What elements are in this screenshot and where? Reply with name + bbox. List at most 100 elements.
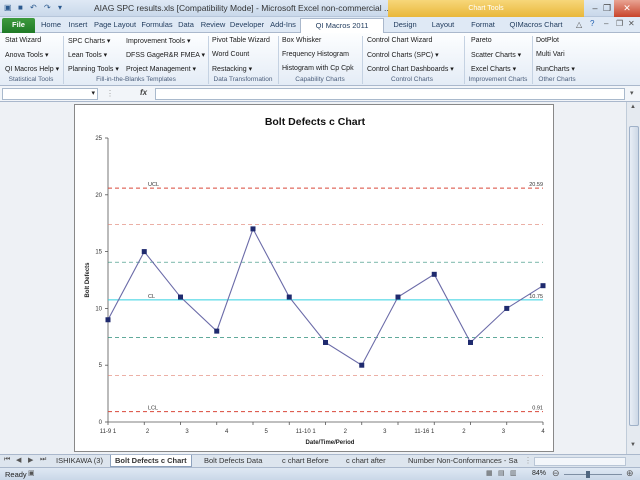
workbook-minimize-icon[interactable]: – xyxy=(604,19,608,28)
zoom-level[interactable]: 84% xyxy=(532,470,546,477)
dotplot-button[interactable]: DotPlot xyxy=(536,37,559,44)
stat-wizard-button[interactable]: Stat Wizard xyxy=(5,37,41,44)
data-point[interactable] xyxy=(250,226,256,232)
scroll-down-icon[interactable]: ▼ xyxy=(630,442,636,448)
pareto-button[interactable]: Pareto xyxy=(471,37,492,44)
box-whisker-button[interactable]: Box Whisker xyxy=(282,37,321,44)
sheet-tab-c-chart-before[interactable]: c chart Before xyxy=(278,455,333,467)
tab-review[interactable]: Review xyxy=(200,18,226,33)
control-chart-dashboards-button[interactable]: Control Chart Dashboards ▾ xyxy=(367,65,454,73)
lean-tools-button[interactable]: Lean Tools ▾ xyxy=(68,51,107,59)
tab-insert[interactable]: Insert xyxy=(66,18,90,33)
formula-bar-resize-icon[interactable]: ⋮ xyxy=(106,89,114,98)
workbook-close-icon[interactable]: ✕ xyxy=(628,19,635,28)
tab-file[interactable]: File xyxy=(2,18,35,33)
tab-format[interactable]: Format xyxy=(468,18,498,33)
tab-add-ins[interactable]: Add-Ins xyxy=(268,18,298,33)
x-tick-label: 3 xyxy=(502,429,506,435)
redo-icon[interactable]: ↷ xyxy=(44,3,51,14)
sheet-tab-number-non-conformances[interactable]: Number Non-Conformances - Sa xyxy=(404,455,522,467)
first-sheet-icon[interactable]: ⏮ xyxy=(4,456,10,464)
zoom-slider-track[interactable] xyxy=(564,474,622,475)
undo-icon[interactable]: ↶ xyxy=(30,3,37,14)
formula-expand-icon[interactable]: ▾ xyxy=(630,89,634,97)
page-layout-view-icon[interactable]: ▤ xyxy=(498,469,505,477)
name-box[interactable]: ▾ xyxy=(2,88,98,100)
workbook-restore-icon[interactable]: ❐ xyxy=(616,19,623,28)
x-axis-title[interactable]: Date/Time/Period xyxy=(306,440,355,446)
prev-sheet-icon[interactable]: ◀ xyxy=(16,456,21,464)
tab-data[interactable]: Data xyxy=(176,18,196,33)
plot-area[interactable]: 0 5 10 15 20 25 11-9 1 2 3 4 5 11-10 1 2 3 11-16 1 2 3 4 U… xyxy=(95,136,546,435)
insert-function-icon[interactable]: fx xyxy=(140,88,147,97)
pivot-table-wizard-button[interactable]: Pivot Table Wizard xyxy=(212,37,270,44)
control-chart-wizard-button[interactable]: Control Chart Wizard xyxy=(367,37,432,44)
tab-page-layout[interactable]: Page Layout xyxy=(92,18,138,33)
planning-tools-button[interactable]: Planning Tools ▾ xyxy=(68,65,119,73)
dfss-gagerr-fmea-button[interactable]: DFSS GageR&R FMEA ▾ xyxy=(126,51,205,59)
help-icon[interactable]: ? xyxy=(590,19,594,28)
data-point[interactable] xyxy=(395,294,401,300)
tab-design[interactable]: Design xyxy=(390,18,420,33)
project-management-button[interactable]: Project Management ▾ xyxy=(126,65,196,73)
ribbon-minimize-icon[interactable]: △ xyxy=(576,20,582,29)
tab-qi-macros[interactable]: QI Macros 2011 xyxy=(300,18,384,33)
sheet-tab-ishikawa[interactable]: ISHIKAWA (3) xyxy=(52,455,107,467)
tab-formulas[interactable]: Formulas xyxy=(140,18,174,33)
improvement-tools-button[interactable]: Improvement Tools ▾ xyxy=(126,37,190,45)
data-point[interactable] xyxy=(105,317,111,323)
data-point[interactable] xyxy=(359,362,365,368)
horizontal-scrollbar[interactable] xyxy=(534,457,626,466)
tab-home[interactable]: Home xyxy=(38,18,64,33)
tab-layout[interactable]: Layout xyxy=(430,18,456,33)
formula-input[interactable] xyxy=(155,88,625,100)
histogram-cp-cpk-button[interactable]: Histogram with Cp Cpk xyxy=(282,65,354,72)
sheet-tab-bolt-defects-data[interactable]: Bolt Defects Data xyxy=(200,455,266,467)
data-point[interactable] xyxy=(468,339,473,345)
window-title: AIAG SPC results.xls [Compatibility Mode… xyxy=(94,3,392,13)
last-sheet-icon[interactable]: ⏭ xyxy=(40,456,46,464)
data-point[interactable] xyxy=(214,328,220,334)
vertical-scrollbar[interactable]: ▲ ▼ xyxy=(626,102,640,454)
tab-split-icon[interactable]: ⋮ xyxy=(524,456,532,465)
y-axis-title[interactable]: Bolt Defects xyxy=(85,262,91,298)
sheet-tab-bolt-defects-c-chart[interactable]: Bolt Defects c Chart xyxy=(110,455,192,467)
page-break-view-icon[interactable]: ▥ xyxy=(510,469,517,477)
anova-tools-button[interactable]: Anova Tools ▾ xyxy=(5,51,48,59)
control-charts-spc-button[interactable]: Control Charts (SPC) ▾ xyxy=(367,51,439,59)
excel-icon[interactable]: ▣ xyxy=(4,3,12,14)
data-point[interactable] xyxy=(504,305,510,311)
save-icon[interactable]: ■ xyxy=(18,3,23,14)
zoom-in-icon[interactable]: ⊕ xyxy=(626,468,634,479)
restacking-button[interactable]: Restacking ▾ xyxy=(212,65,252,73)
runcharts-button[interactable]: RunCharts ▾ xyxy=(536,65,575,73)
data-point[interactable] xyxy=(540,283,546,289)
data-point[interactable] xyxy=(286,294,292,300)
qi-macros-help-button[interactable]: QI Macros Help ▾ xyxy=(5,65,59,73)
spc-charts-button[interactable]: SPC Charts ▾ xyxy=(68,37,110,45)
tab-developer[interactable]: Developer xyxy=(228,18,266,33)
tab-qimacros-chart[interactable]: QIMacros Chart xyxy=(506,18,566,33)
name-box-dropdown-icon[interactable]: ▾ xyxy=(91,89,95,97)
next-sheet-icon[interactable]: ▶ xyxy=(28,456,33,464)
excel-charts-button[interactable]: Excel Charts ▾ xyxy=(471,65,516,73)
zoom-out-icon[interactable]: ⊖ xyxy=(552,468,560,479)
data-point[interactable] xyxy=(178,294,183,300)
data-point[interactable] xyxy=(141,249,147,255)
qat-customize-icon[interactable]: ▾ xyxy=(58,3,62,14)
chart-title[interactable]: Bolt Defects c Chart xyxy=(265,116,366,128)
close-button[interactable]: ✕ xyxy=(614,0,640,17)
data-point[interactable] xyxy=(323,339,328,345)
chart-area[interactable]: Bolt Defects c Chart Bolt Defects Date/T… xyxy=(74,104,554,452)
data-point[interactable] xyxy=(431,271,437,277)
macro-record-icon[interactable]: ▣ xyxy=(28,469,35,477)
scroll-thumb[interactable] xyxy=(629,126,639,426)
word-count-button[interactable]: Word Count xyxy=(212,51,249,58)
frequency-histogram-button[interactable]: Frequency Histogram xyxy=(282,51,349,58)
sheet-tab-c-chart-after[interactable]: c chart after xyxy=(342,455,390,467)
normal-view-icon[interactable]: ▦ xyxy=(486,469,493,477)
scroll-up-icon[interactable]: ▲ xyxy=(630,104,636,110)
scatter-charts-button[interactable]: Scatter Charts ▾ xyxy=(471,51,521,59)
zoom-slider-thumb[interactable] xyxy=(585,471,590,478)
multi-vari-button[interactable]: Multi Vari xyxy=(536,51,565,58)
